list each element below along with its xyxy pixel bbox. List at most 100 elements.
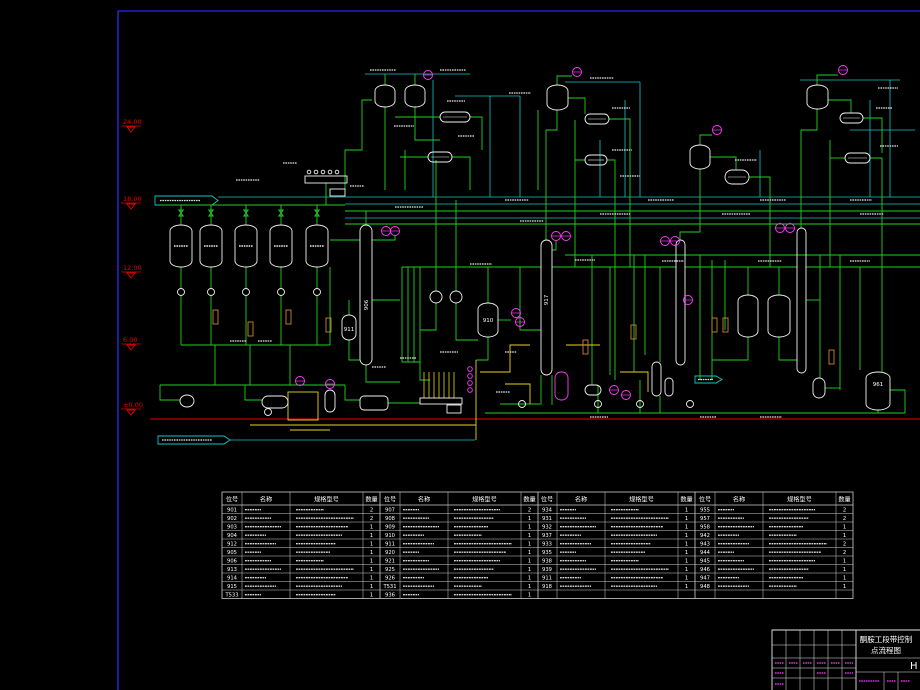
table-tag-cell: 912 (227, 541, 237, 547)
table-tag-cell: 939 (542, 567, 552, 573)
table-qty-cell: 2 (843, 507, 846, 513)
table-header-cell: 规格型号 (314, 495, 339, 503)
table-tag-cell: 935 (542, 550, 552, 556)
table-qty-cell: 1 (685, 584, 688, 590)
table-qty-cell: 1 (528, 567, 531, 573)
table-qty-cell: 1 (370, 541, 373, 547)
table-header-cell: 位号 (384, 495, 396, 503)
table-qty-cell: 1 (843, 524, 846, 530)
table-tag-cell: T531 (382, 584, 396, 590)
process-flow-drawing: 24.00 18.00 12.00 6.00 ±0.00 906 910 911 917 961… (0, 0, 920, 690)
table-header-cell: 名称 (418, 495, 430, 503)
table-qty-cell: 2 (843, 541, 846, 547)
table-header-cell: 位号 (541, 495, 553, 503)
table-tag-cell: 931 (542, 516, 552, 522)
table-tag-cell: 910 (385, 533, 395, 539)
table-tag-cell: 948 (700, 584, 710, 590)
table-qty-cell: 1 (370, 575, 373, 581)
equipment-tag: 917 (544, 294, 550, 305)
table-header-cell: 规格型号 (472, 495, 497, 503)
table-qty-cell: 1 (528, 558, 531, 564)
table-qty-cell: 1 (528, 541, 531, 547)
table-header-cell: 名称 (733, 495, 745, 503)
table-qty-cell: 1 (685, 507, 688, 513)
table-qty-cell: 1 (685, 558, 688, 564)
elevation-label: 6.00 (123, 336, 137, 344)
table-qty-cell: 1 (685, 516, 688, 522)
elevation-label: ±0.00 (123, 401, 143, 409)
table-tag-cell: 937 (542, 533, 552, 539)
elevation-label: 18.00 (123, 195, 142, 203)
table-qty-cell: 1 (370, 584, 373, 590)
table-tag-cell: 906 (227, 558, 237, 564)
table-header-cell: 规格型号 (629, 495, 654, 503)
table-qty-cell: 1 (685, 541, 688, 547)
table-tag-cell: 913 (227, 567, 237, 573)
table-tag-cell: 936 (385, 592, 395, 598)
table-qty-cell: 1 (370, 558, 373, 564)
equipment-tag: 906 (364, 299, 370, 310)
table-tag-cell: 947 (700, 575, 710, 581)
table-tag-cell: 915 (227, 584, 237, 590)
table-qty-cell: 1 (370, 550, 373, 556)
table-tag-cell: 943 (700, 541, 710, 547)
sheet-mark: H (910, 661, 918, 672)
table-tag-cell: 945 (700, 558, 710, 564)
table-qty-cell: 2 (843, 550, 846, 556)
table-header-cell: 数量 (838, 495, 850, 503)
table-header-cell: 数量 (365, 495, 377, 503)
table-header-cell: 数量 (523, 495, 535, 503)
table-tag-cell: T533 (224, 592, 238, 598)
table-qty-cell: 1 (528, 524, 531, 530)
elevation-label: 12.00 (123, 264, 142, 272)
table-tag-cell: 920 (385, 550, 395, 556)
table-qty-cell: 1 (370, 524, 373, 530)
table-qty-cell: 1 (528, 533, 531, 539)
table-tag-cell: 944 (700, 550, 711, 556)
table-tag-cell: 946 (700, 567, 710, 573)
table-header-cell: 数量 (680, 495, 692, 503)
table-qty-cell: 1 (685, 575, 688, 581)
table-tag-cell: 914 (227, 575, 238, 581)
table-qty-cell: 1 (685, 567, 688, 573)
table-qty-cell: 1 (843, 558, 846, 564)
table-qty-cell: 1 (528, 592, 531, 598)
table-qty-cell: 1 (370, 533, 373, 539)
table-tag-cell: 909 (385, 524, 395, 530)
table-tag-cell: 932 (542, 524, 552, 530)
table-qty-cell: 2 (843, 516, 846, 522)
table-qty-cell: 1 (528, 516, 531, 522)
equipment-tag: 961 (873, 382, 884, 388)
table-tag-cell: 911 (385, 541, 395, 547)
table-header-cell: 位号 (699, 495, 711, 503)
table-qty-cell: 1 (370, 567, 373, 573)
table-tag-cell: 957 (700, 516, 710, 522)
table-qty-cell: 1 (370, 592, 373, 598)
table-tag-cell: 926 (385, 575, 395, 581)
table-tag-cell: 905 (227, 550, 237, 556)
table-header-cell: 名称 (575, 495, 587, 503)
elevation-label: 24.00 (123, 118, 142, 126)
drawing-title: 点流程图 (871, 645, 901, 655)
table-qty-cell: 1 (685, 550, 688, 556)
table-tag-cell: 942 (700, 533, 710, 539)
table-qty-cell: 1 (843, 575, 846, 581)
table-tag-cell: 955 (700, 507, 710, 513)
table-tag-cell: 918 (542, 584, 552, 590)
table-qty-cell: 1 (843, 533, 846, 539)
table-tag-cell: 902 (227, 516, 237, 522)
equipment-tag: 911 (344, 327, 355, 333)
table-tag-cell: 904 (227, 533, 238, 539)
table-header-cell: 名称 (260, 495, 272, 503)
table-qty-cell: 2 (528, 507, 531, 513)
table-tag-cell: 907 (385, 507, 395, 513)
table-qty-cell: 1 (843, 584, 846, 590)
table-qty-cell: 2 (370, 516, 373, 522)
table-tag-cell: 925 (385, 567, 395, 573)
table-header-cell: 位号 (226, 495, 238, 503)
equipment-tag: 910 (483, 318, 494, 324)
table-qty-cell: 1 (685, 533, 688, 539)
table-tag-cell: 901 (227, 507, 237, 513)
cad-viewport: 24.00 18.00 12.00 6.00 ±0.00 906 910 911 917 961… (0, 0, 920, 690)
table-tag-cell: 908 (385, 516, 395, 522)
